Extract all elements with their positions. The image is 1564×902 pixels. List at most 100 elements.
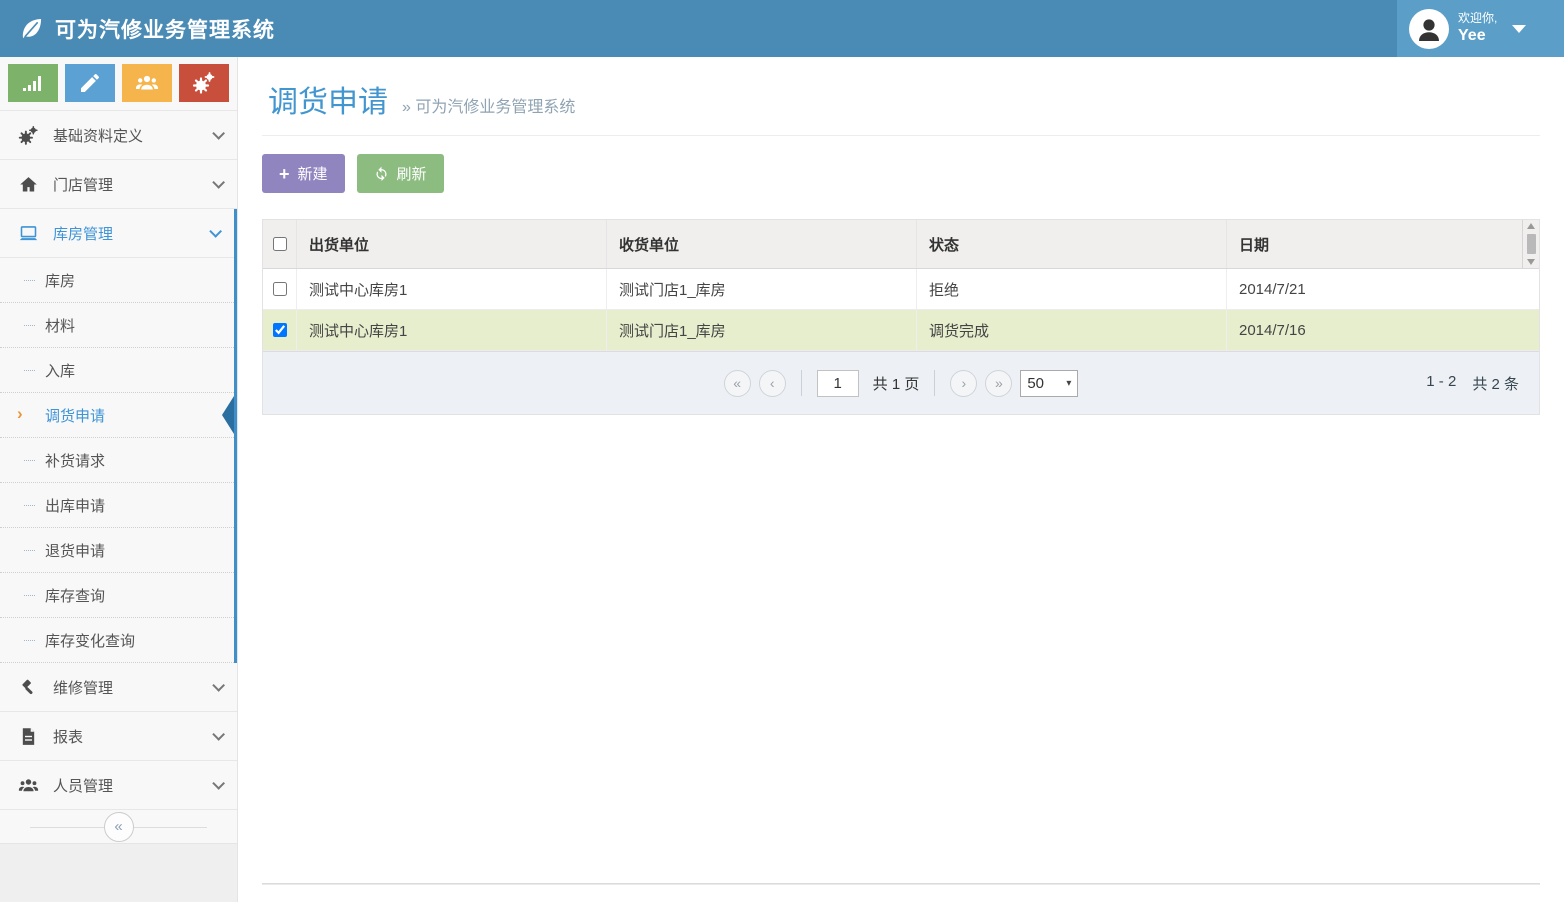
sidebar-subitem-warehouse[interactable]: 库房	[0, 258, 234, 303]
next-page-button[interactable]: ›	[950, 370, 977, 397]
first-page-button[interactable]: «	[724, 370, 751, 397]
row-checkbox[interactable]	[273, 323, 287, 337]
subitem-label: 补货请求	[45, 450, 105, 471]
welcome-label: 欢迎你,	[1458, 11, 1497, 26]
user-menu[interactable]: 欢迎你, Yee	[1397, 0, 1564, 57]
shortcut-settings-button[interactable]	[179, 64, 229, 102]
pagination-bar: « ‹ 共 1 页 › » 50 ▾ 1 - 2 共 2 条	[263, 351, 1539, 414]
record-count: 1 - 2 共 2 条	[1426, 373, 1519, 394]
scrollbar[interactable]	[1522, 220, 1539, 268]
record-total-label: 共 2 条	[1472, 373, 1519, 394]
page-head: 调货申请 » 可为汽修业务管理系统	[262, 57, 1540, 136]
cell-status: 拒绝	[916, 269, 1226, 309]
scroll-thumb[interactable]	[1527, 234, 1536, 254]
page-title: 调货申请	[268, 77, 388, 121]
last-page-button[interactable]: »	[985, 370, 1012, 397]
refresh-button[interactable]: 刷新	[357, 154, 444, 193]
users-icon	[135, 71, 159, 95]
sidebar-group-warehouse: 库房管理 库房 材料 入库 › 调货申请	[0, 209, 237, 663]
sidebar-item-label: 人员管理	[53, 775, 198, 796]
sidebar-item-label: 基础资料定义	[53, 125, 198, 146]
cell-shipper: 测试中心库房1	[296, 310, 606, 350]
column-header-date[interactable]: 日期	[1226, 220, 1522, 268]
total-pages-label: 共 1 页	[873, 373, 920, 394]
cell-receiver: 测试门店1_库房	[606, 310, 916, 350]
sidebar-item-label: 库房管理	[53, 223, 195, 244]
chevron-down-icon	[209, 225, 222, 238]
table-row[interactable]: 测试中心库房1 测试门店1_库房 拒绝 2014/7/21	[263, 269, 1539, 310]
record-range-label: 1 - 2	[1426, 373, 1456, 394]
app-title: 可为汽修业务管理系统	[55, 14, 275, 44]
leaf-logo-icon	[18, 15, 45, 42]
table-row[interactable]: 测试中心库房1 测试门店1_库房 调货完成 2014/7/16	[263, 310, 1539, 351]
select-caret-icon: ▾	[1066, 378, 1071, 389]
column-header-receiver[interactable]: 收货单位	[606, 220, 916, 268]
home-icon	[18, 174, 39, 195]
row-check-cell	[263, 269, 296, 309]
select-all-checkbox[interactable]	[273, 237, 287, 251]
chevron-down-icon	[212, 127, 225, 140]
sidebar-item-label: 门店管理	[53, 174, 198, 195]
sidebar-subitem-replenish-request[interactable]: 补货请求	[0, 438, 234, 483]
pagination-controls: « ‹ 共 1 页 › » 50 ▾	[724, 370, 1079, 397]
people-icon	[18, 775, 39, 796]
cell-date: 2014/7/16	[1226, 310, 1539, 350]
laptop-icon	[18, 223, 39, 244]
brand: 可为汽修业务管理系统	[0, 0, 275, 57]
plus-icon: +	[279, 165, 290, 183]
sidebar-item-label: 维修管理	[53, 677, 198, 698]
sidebar: 基础资料定义 门店管理 库房管理	[0, 57, 238, 902]
shortcut-edit-button[interactable]	[65, 64, 115, 102]
chevron-down-icon	[212, 679, 225, 692]
shortcut-users-button[interactable]	[122, 64, 172, 102]
subitem-label: 出库申请	[45, 495, 105, 516]
new-button[interactable]: + 新建	[262, 154, 345, 193]
sidebar-subitem-stock-change-query[interactable]: 库存变化查询	[0, 618, 234, 663]
refresh-icon	[374, 166, 389, 181]
prev-page-button[interactable]: ‹	[759, 370, 786, 397]
new-button-label: 新建	[298, 163, 328, 184]
data-grid: 出货单位 收货单位 状态 日期 测试中心库房1 测试门店1_库房 拒绝 2014…	[262, 219, 1540, 415]
active-item-marker	[222, 396, 234, 434]
warehouse-submenu: 库房 材料 入库 › 调货申请 补货请求	[0, 258, 234, 663]
sidebar-shortcuts	[0, 57, 237, 111]
row-checkbox[interactable]	[273, 282, 287, 296]
gears-icon	[18, 125, 39, 146]
shortcut-stats-button[interactable]	[8, 64, 58, 102]
subitem-label: 调货申请	[45, 405, 105, 426]
sidebar-item-base-data[interactable]: 基础资料定义	[0, 111, 237, 160]
grid-header-row: 出货单位 收货单位 状态 日期	[263, 220, 1539, 269]
sidebar-subitem-stock-query[interactable]: 库存查询	[0, 573, 234, 618]
sidebar-item-reports[interactable]: 报表	[0, 712, 237, 761]
sidebar-item-repair-mgmt[interactable]: 维修管理	[0, 663, 237, 712]
scroll-down-icon[interactable]	[1527, 259, 1535, 265]
page-size-value: 50	[1027, 375, 1044, 392]
sidebar-item-personnel-mgmt[interactable]: 人员管理	[0, 761, 237, 810]
gears-icon	[192, 71, 216, 95]
page-number-input[interactable]	[817, 370, 859, 397]
sidebar-item-store-mgmt[interactable]: 门店管理	[0, 160, 237, 209]
sidebar-collapse-row: «	[0, 810, 237, 844]
sidebar-item-label: 报表	[53, 726, 198, 747]
column-header-shipper[interactable]: 出货单位	[296, 220, 606, 268]
sidebar-subitem-inbound[interactable]: 入库	[0, 348, 234, 393]
sidebar-item-warehouse-mgmt[interactable]: 库房管理	[0, 209, 234, 258]
sidebar-subitem-return-request[interactable]: 退货申请	[0, 528, 234, 573]
subitem-label: 库房	[45, 270, 75, 291]
scroll-up-icon[interactable]	[1527, 223, 1535, 229]
refresh-button-label: 刷新	[397, 163, 427, 184]
sidebar-subitem-materials[interactable]: 材料	[0, 303, 234, 348]
sidebar-collapse-button[interactable]: «	[104, 812, 134, 842]
sidebar-subitem-transfer-request[interactable]: › 调货申请	[0, 393, 234, 438]
cell-status: 调货完成	[916, 310, 1226, 350]
page-size-select[interactable]: 50 ▾	[1020, 370, 1078, 397]
chevron-down-icon	[212, 728, 225, 741]
chevron-down-icon	[212, 777, 225, 790]
sidebar-subitem-outbound-request[interactable]: 出库申请	[0, 483, 234, 528]
footer-divider	[262, 883, 1540, 885]
pager-divider	[801, 370, 802, 396]
username: Yee	[1458, 26, 1497, 46]
pager-divider	[934, 370, 935, 396]
pencil-icon	[78, 71, 102, 95]
column-header-status[interactable]: 状态	[916, 220, 1226, 268]
